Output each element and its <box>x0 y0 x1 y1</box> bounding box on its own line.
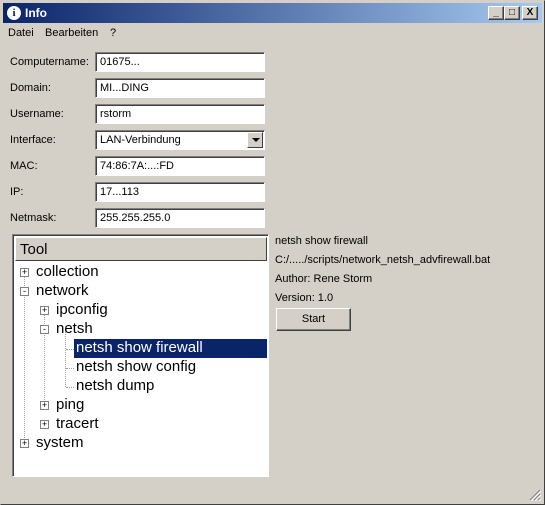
username-field[interactable]: rstorm <box>95 104 265 124</box>
domain-label: Domain: <box>10 82 51 94</box>
expand-icon[interactable]: + <box>20 439 29 448</box>
netmask-field[interactable]: 255.255.255.0 <box>95 208 265 228</box>
collapse-icon[interactable]: - <box>40 325 49 334</box>
computername-label: Computername: <box>10 56 89 68</box>
command-name: netsh show firewall <box>275 235 368 247</box>
window-title: Info <box>25 6 47 20</box>
tree-line <box>24 273 25 444</box>
menu-help[interactable]: ? <box>110 27 116 39</box>
tree-line <box>66 368 74 369</box>
menu-datei[interactable]: Datei <box>8 27 34 39</box>
ip-field[interactable]: 17...113 <box>95 182 265 202</box>
interface-select[interactable]: LAN-Verbindung <box>95 130 265 150</box>
tree-node-netsh-dump[interactable]: netsh dump <box>74 377 154 396</box>
domain-field[interactable]: MI...DING <box>95 78 265 98</box>
tree-line <box>66 387 74 388</box>
username-label: Username: <box>10 108 64 120</box>
tree-header[interactable]: Tool <box>15 237 267 261</box>
script-path: C:/...../scripts/network_netsh_advfirewa… <box>275 254 491 266</box>
resize-grip-icon[interactable] <box>529 489 541 501</box>
menu-bar: Datei Bearbeiten ? <box>3 24 542 42</box>
chevron-down-icon[interactable] <box>247 132 263 148</box>
tree-line <box>66 349 74 350</box>
ip-label: IP: <box>10 186 24 198</box>
tree-node-tracert[interactable]: tracert <box>56 415 99 434</box>
tree-node-ipconfig[interactable]: ipconfig <box>56 301 108 320</box>
info-window: i Info _ □ X Datei Bearbeiten ? Computer… <box>0 0 545 505</box>
expand-icon[interactable]: + <box>40 401 49 410</box>
minimize-button[interactable]: _ <box>488 6 504 20</box>
tree-node-ping[interactable]: ping <box>56 396 84 415</box>
maximize-button[interactable]: □ <box>504 6 520 20</box>
tree-node-netsh-show-config[interactable]: netsh show config <box>74 358 196 377</box>
start-button[interactable]: Start <box>276 308 351 331</box>
tree-node-netsh-show-firewall[interactable]: netsh show firewall <box>74 339 267 358</box>
expand-icon[interactable]: + <box>20 268 29 277</box>
expand-icon[interactable]: + <box>40 306 49 315</box>
computername-field[interactable]: 01675... <box>95 52 265 72</box>
netmask-label: Netmask: <box>10 212 57 224</box>
tree-node-collection[interactable]: collection <box>36 263 99 282</box>
mac-field[interactable]: 74:86:7A:...:FD <box>95 156 265 176</box>
tree-node-system[interactable]: system <box>36 434 84 453</box>
tool-tree[interactable]: Tool + collection - network + ipconfig -… <box>12 234 269 477</box>
mac-label: MAC: <box>10 160 38 172</box>
menu-bearbeiten[interactable]: Bearbeiten <box>45 27 98 39</box>
interface-label: Interface: <box>10 134 56 146</box>
collapse-icon[interactable]: - <box>20 287 29 296</box>
info-icon: i <box>6 5 22 21</box>
close-button[interactable]: X <box>522 6 538 20</box>
version-text: Version: 1.0 <box>275 292 334 304</box>
expand-icon[interactable]: + <box>40 420 49 429</box>
author-text: Author: Rene Storm <box>275 273 373 285</box>
tree-node-network[interactable]: network <box>36 282 89 301</box>
interface-value: LAN-Verbindung <box>100 134 181 146</box>
tree-node-netsh[interactable]: netsh <box>56 320 93 339</box>
title-bar[interactable]: i Info _ □ X <box>3 3 542 23</box>
